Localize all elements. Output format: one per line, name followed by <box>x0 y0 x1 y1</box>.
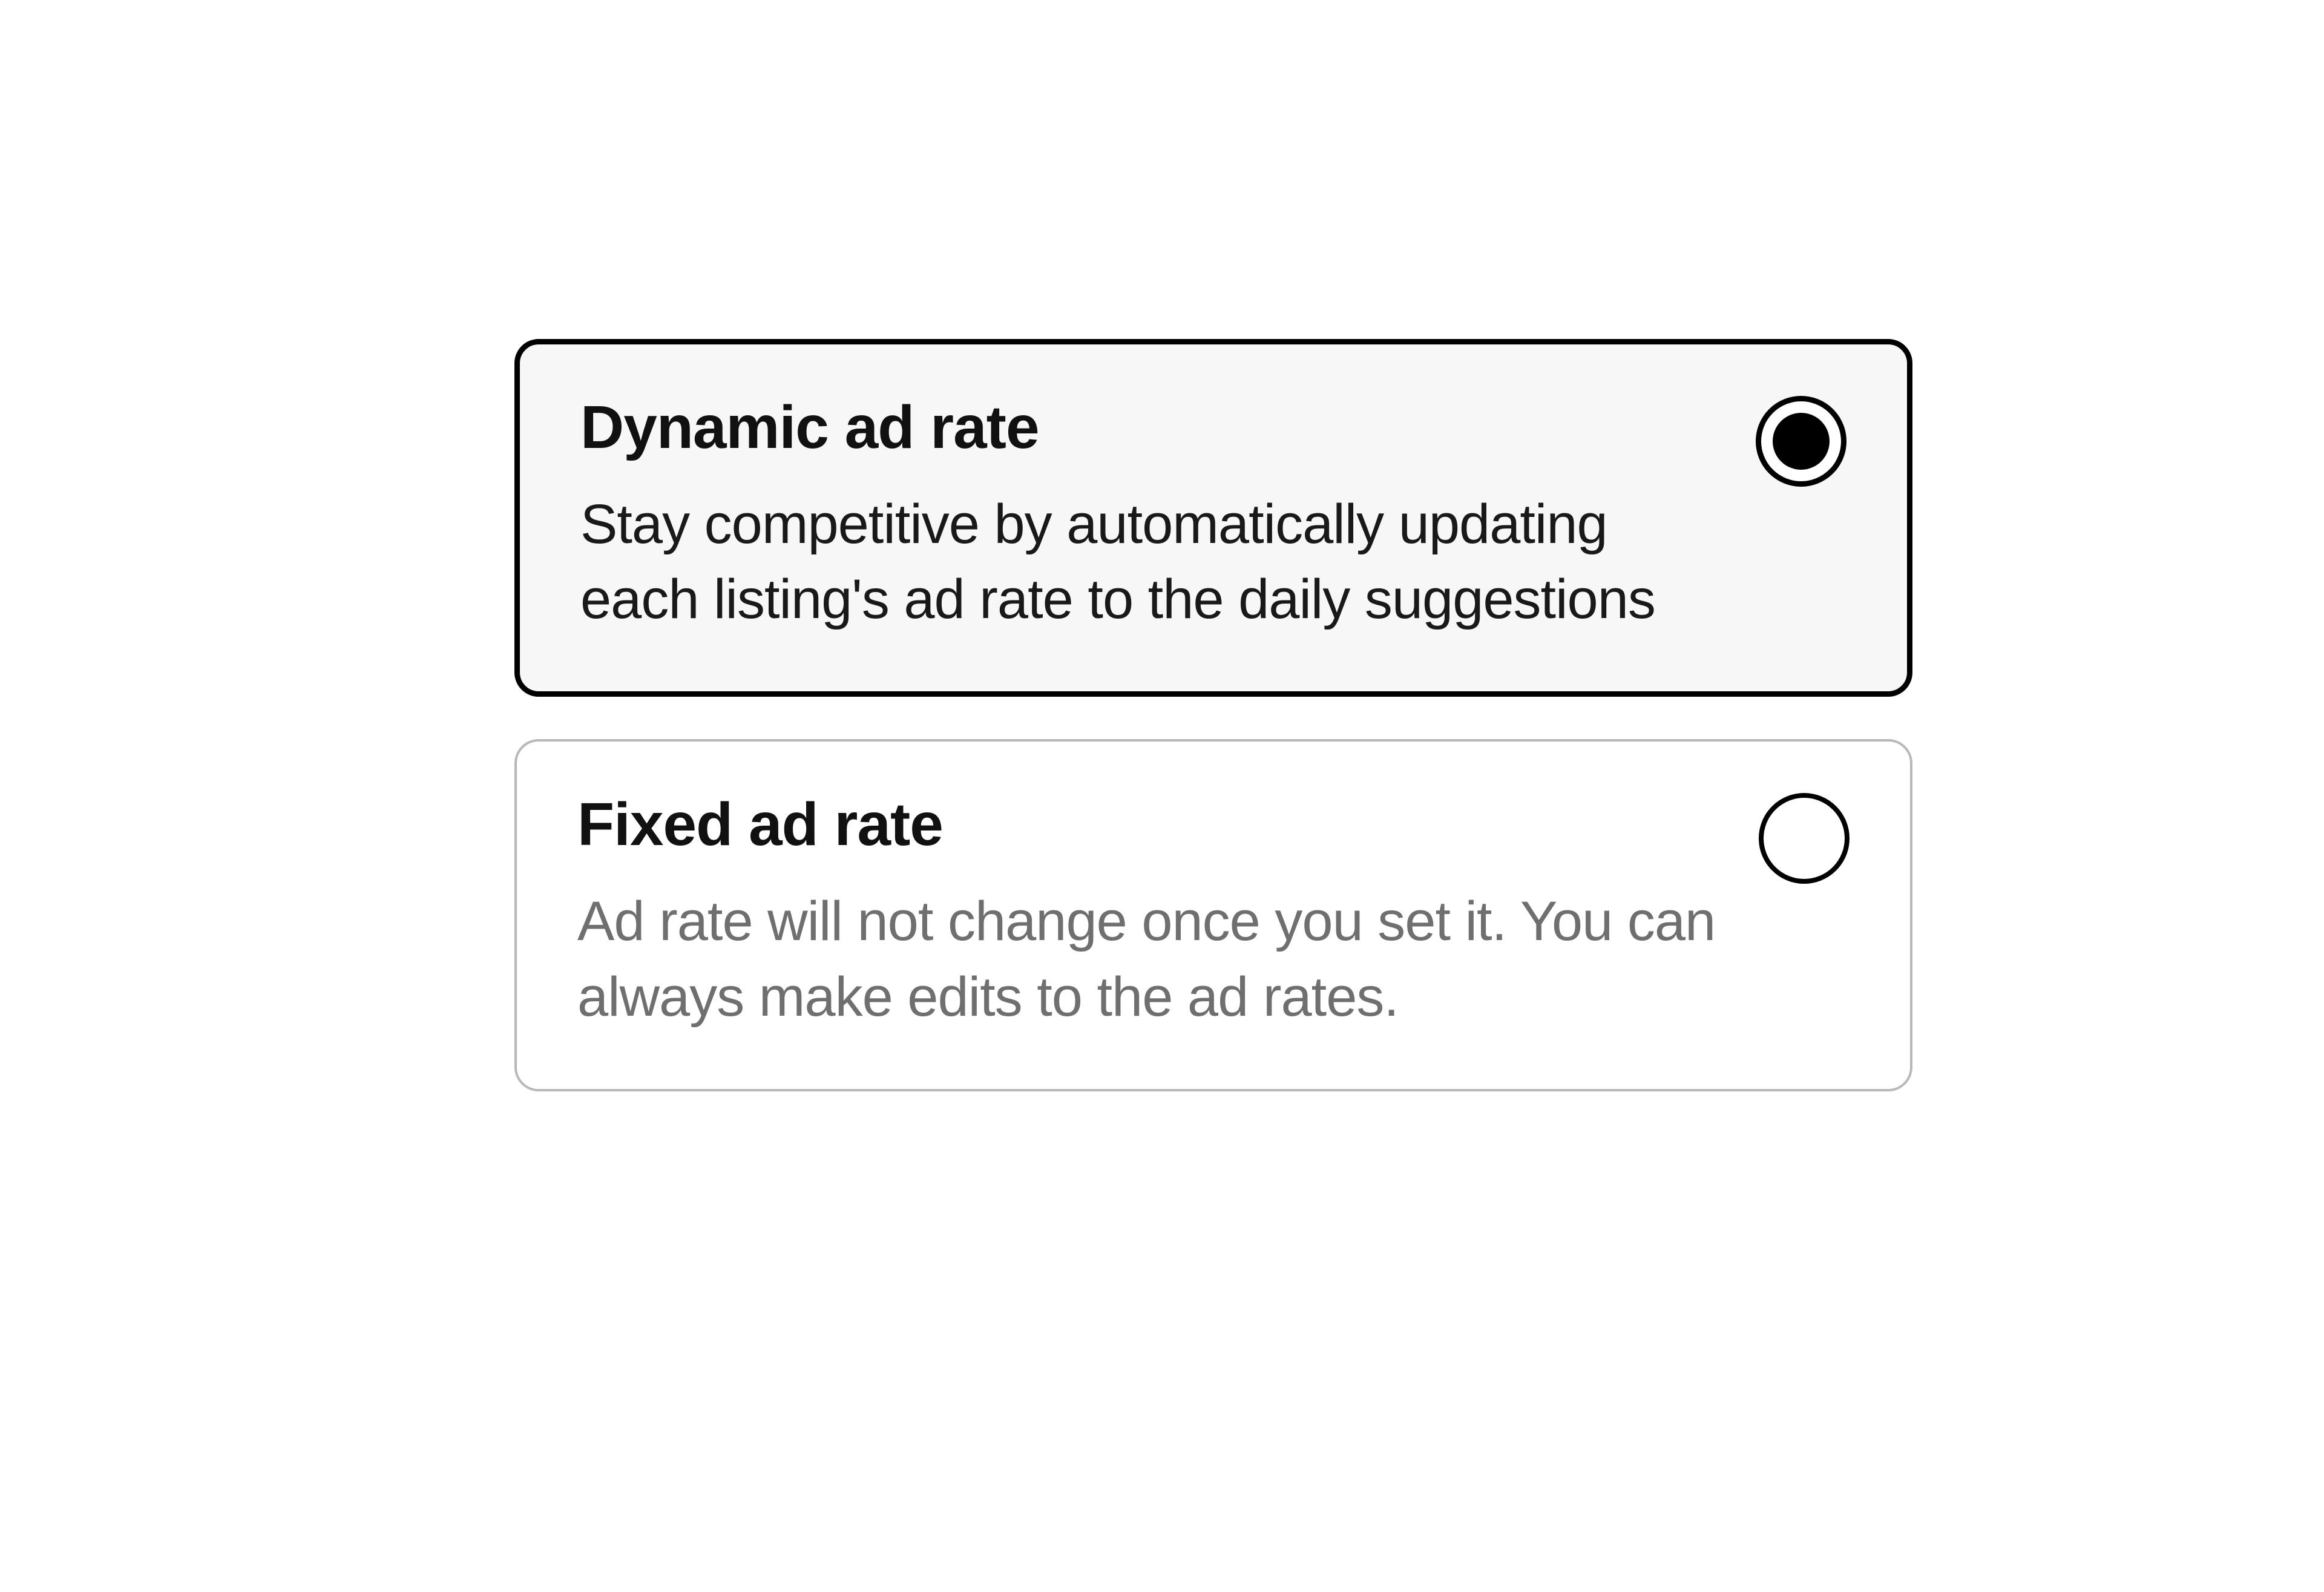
radio-fixed[interactable] <box>1759 793 1850 884</box>
option-dynamic-description: Stay competitive by automatically updati… <box>580 487 1719 637</box>
ad-rate-options: Dynamic ad rate Stay competitive by auto… <box>514 339 1912 1091</box>
radio-selected-icon <box>1773 413 1830 470</box>
option-dynamic-text: Dynamic ad rate Stay competitive by auto… <box>580 393 1719 637</box>
option-dynamic-ad-rate[interactable]: Dynamic ad rate Stay competitive by auto… <box>514 339 1912 697</box>
option-fixed-text: Fixed ad rate Ad rate will not change on… <box>577 790 1722 1034</box>
option-fixed-title: Fixed ad rate <box>577 790 1722 860</box>
option-fixed-ad-rate[interactable]: Fixed ad rate Ad rate will not change on… <box>514 739 1912 1091</box>
option-dynamic-title: Dynamic ad rate <box>580 393 1719 462</box>
radio-dynamic[interactable] <box>1756 396 1846 487</box>
option-fixed-description: Ad rate will not change once you set it.… <box>577 884 1722 1034</box>
